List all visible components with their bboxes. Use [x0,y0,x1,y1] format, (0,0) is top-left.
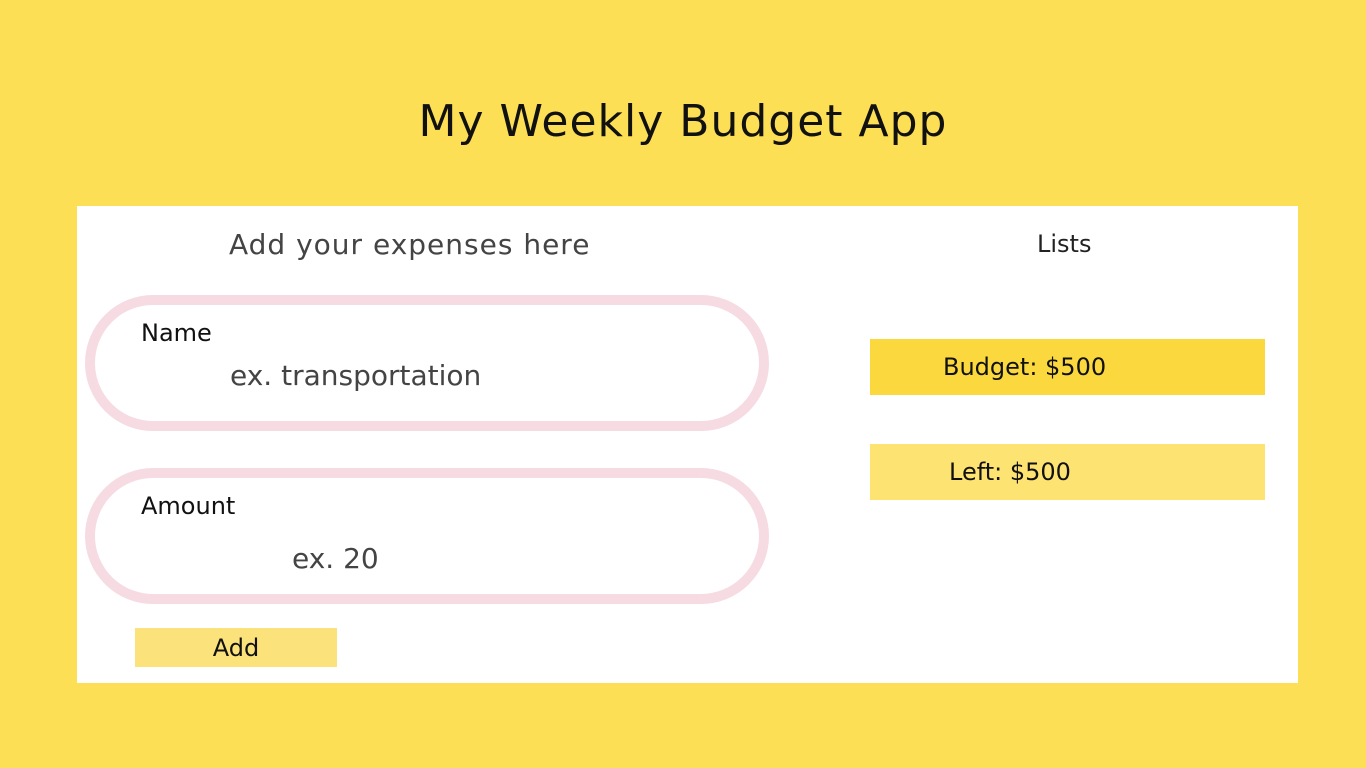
name-label: Name [141,319,212,347]
lists-heading: Lists [1037,230,1092,258]
app-title: My Weekly Budget App [418,96,948,147]
budget-display: Budget: $500 [870,339,1265,395]
expenses-heading: Add your expenses here [229,228,591,261]
name-input[interactable] [230,359,710,392]
amount-label: Amount [141,492,236,520]
amount-field-container: Amount [85,468,769,604]
left-display: Left: $500 [870,444,1265,500]
add-button[interactable]: Add [135,628,337,667]
budget-card: Add your expenses here Name Amount Add L… [77,206,1298,683]
amount-input[interactable] [292,542,592,575]
name-field-container: Name [85,295,769,431]
